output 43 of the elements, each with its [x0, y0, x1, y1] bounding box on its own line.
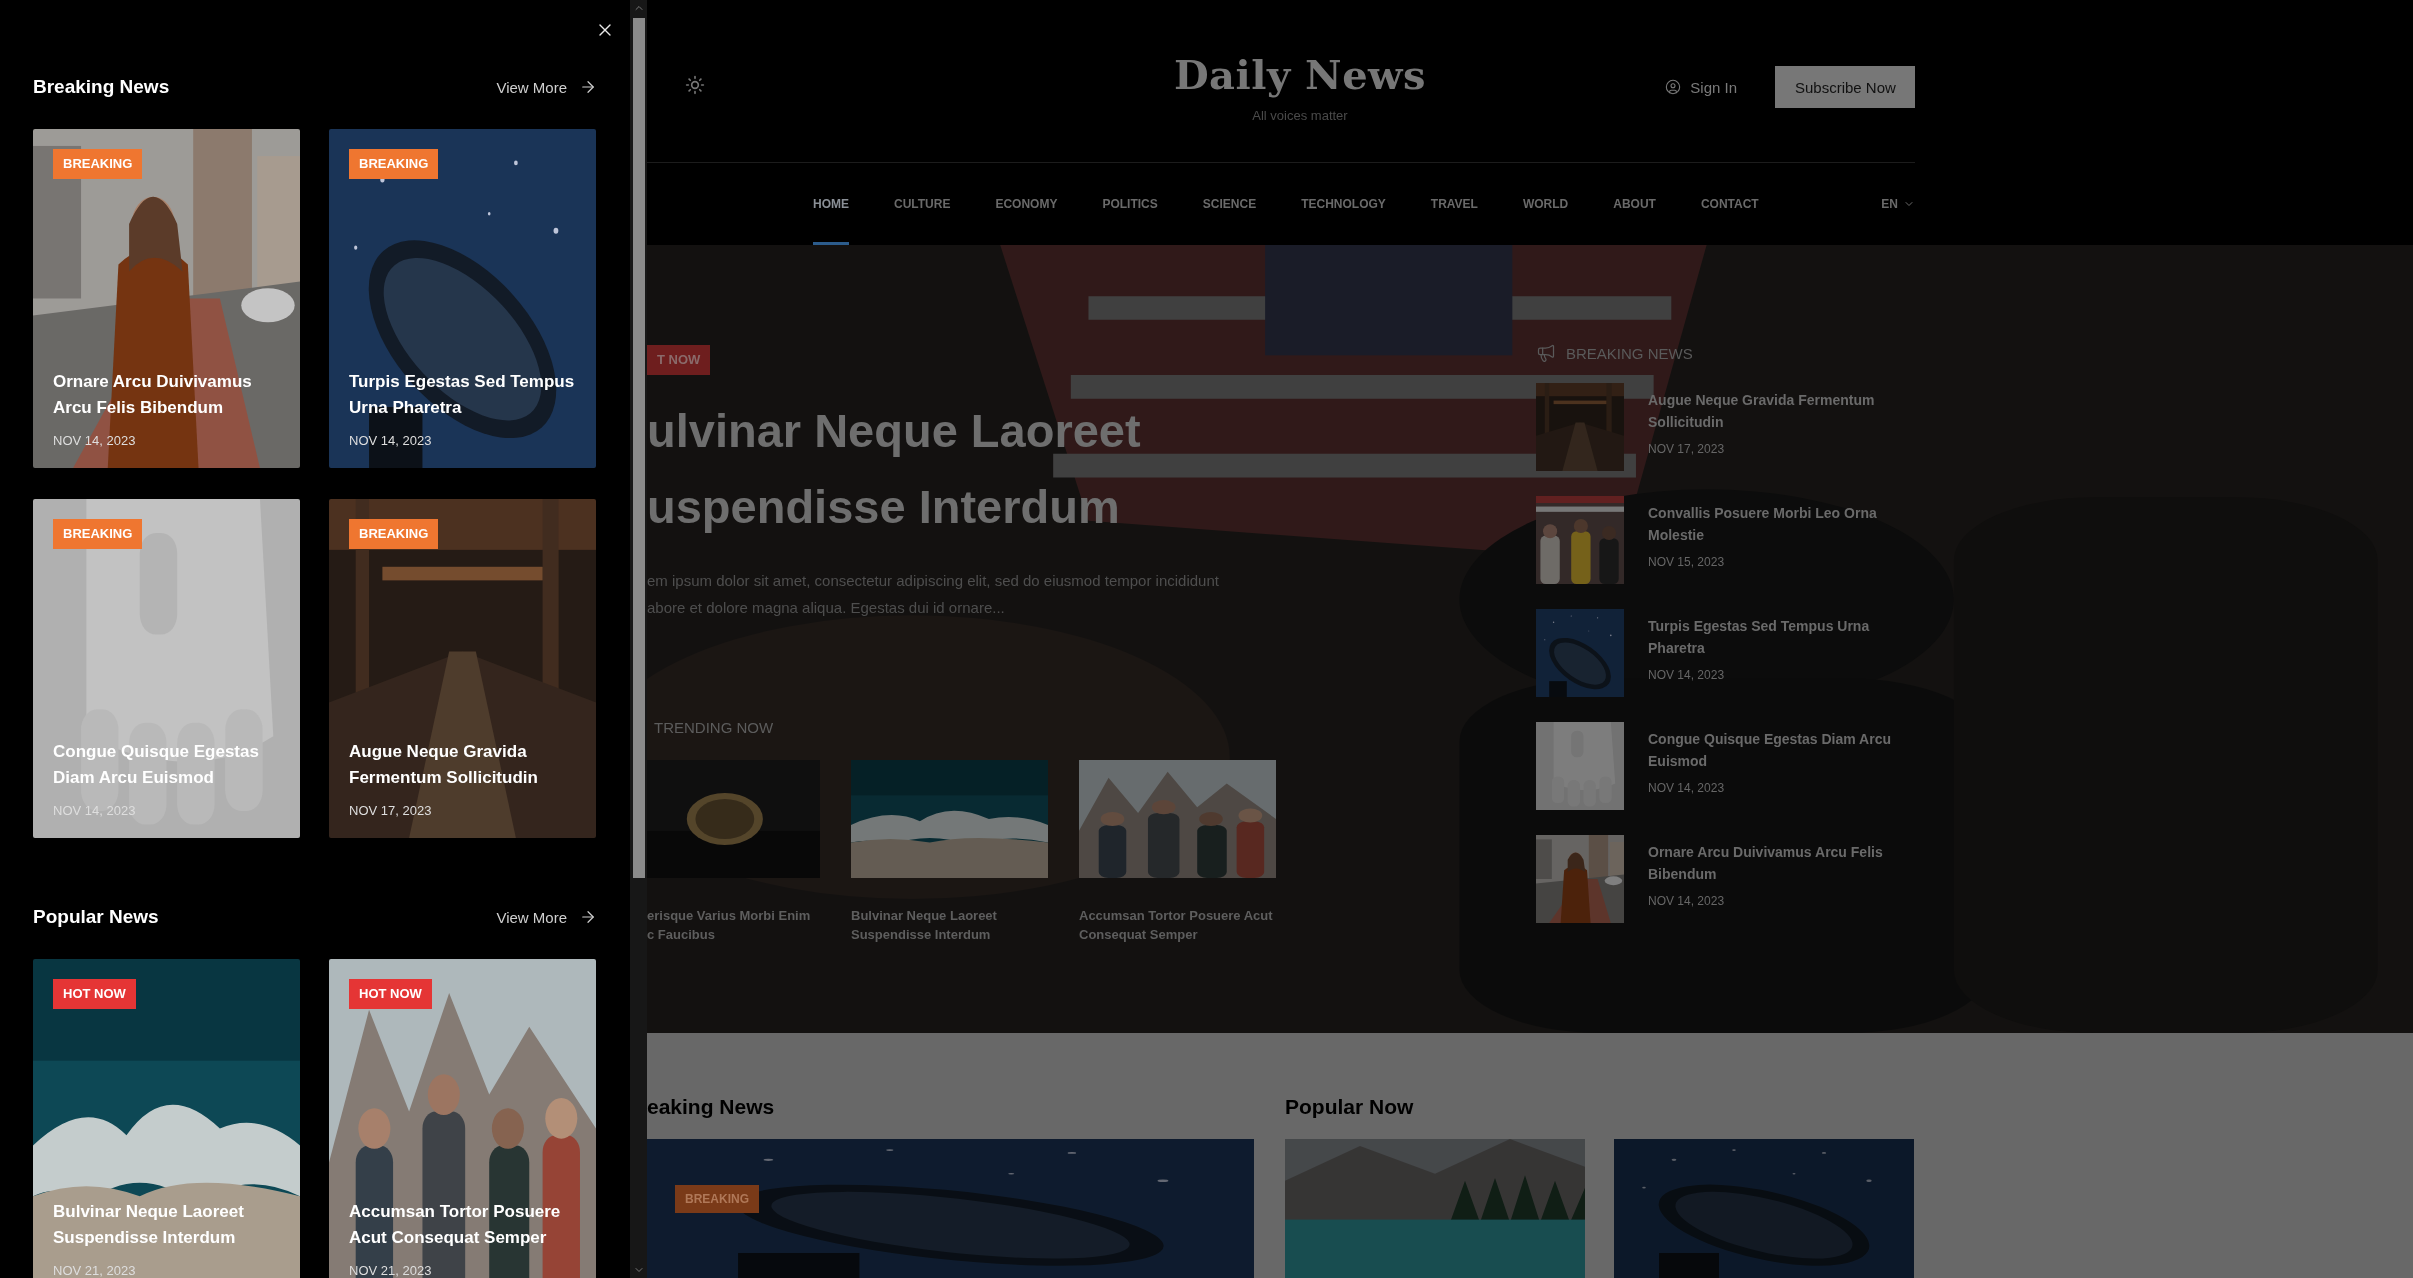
nav-link[interactable]: POLITICS	[1102, 163, 1158, 245]
category-badge[interactable]: BREAKING	[53, 519, 143, 549]
scrollbar[interactable]	[630, 0, 647, 1278]
tagline: All voices matter	[1252, 108, 1348, 123]
card-date: NOV 17, 2023	[349, 803, 432, 818]
theme-toggle-icon[interactable]	[685, 75, 705, 95]
user-icon	[1665, 79, 1682, 95]
section-heading: eaking News	[647, 1095, 776, 1119]
card-title[interactable]: Congue Quisque Egestas Diam Arcu Euismod	[53, 739, 280, 791]
category-badge[interactable]: BREAKING	[53, 149, 143, 179]
nav-link[interactable]: TRAVEL	[1430, 163, 1478, 245]
site-title[interactable]: Daily News	[1173, 51, 1427, 98]
nav-link[interactable]: CULTURE	[894, 163, 951, 245]
card-title[interactable]: Turpis Egestas Sed Tempus Urna Pharetra	[349, 369, 576, 421]
nav-link[interactable]: ECONOMY	[995, 163, 1058, 245]
scroll-thumb[interactable]	[632, 18, 645, 878]
category-badge[interactable]: BREAKING	[349, 149, 439, 179]
category-badge[interactable]: HOT NOW	[349, 979, 432, 1009]
sign-in-link[interactable]: Sign In	[1665, 78, 1737, 96]
nav-link[interactable]: ABOUT	[1613, 163, 1656, 245]
card-title[interactable]: Accumsan Tortor Posuere Acut Consequat Semper	[349, 1199, 576, 1251]
arrow-right-icon	[579, 908, 597, 926]
nav-link[interactable]: TECHNOLOGY	[1301, 163, 1386, 245]
card-title[interactable]: Ornare Arcu Duivivamus Arcu Felis Bibendum	[53, 369, 280, 421]
section-heading: Popular Now	[1285, 1095, 1415, 1119]
arrow-right-icon	[579, 78, 597, 96]
card-date: NOV 14, 2023	[53, 433, 136, 448]
nav-link[interactable]: SCIENCE	[1202, 163, 1257, 245]
view-more-link[interactable]: View More	[496, 78, 597, 96]
category-badge[interactable]: BREAKING	[675, 1185, 759, 1213]
card-date: NOV 14, 2023	[349, 433, 432, 448]
card-title[interactable]: Bulvinar Neque Laoreet Suspendisse Interdum	[53, 1199, 280, 1251]
card-title[interactable]: Augue Neque Gravida Fermentum Sollicitudin	[349, 739, 576, 791]
nav-link[interactable]: WORLD	[1522, 163, 1569, 245]
category-badge[interactable]: BREAKING	[349, 519, 439, 549]
nav-link[interactable]: CONTACT	[1700, 163, 1759, 245]
section-title: Popular News	[33, 906, 159, 928]
category-badge[interactable]: HOT NOW	[53, 979, 136, 1009]
section-title: Breaking News	[33, 76, 170, 98]
view-more-link[interactable]: View More	[496, 908, 597, 926]
card-date: NOV 21, 2023	[53, 1263, 136, 1278]
language-selector[interactable]: EN	[1881, 163, 1915, 245]
subscribe-button[interactable]: Subscribe Now	[1775, 66, 1915, 108]
